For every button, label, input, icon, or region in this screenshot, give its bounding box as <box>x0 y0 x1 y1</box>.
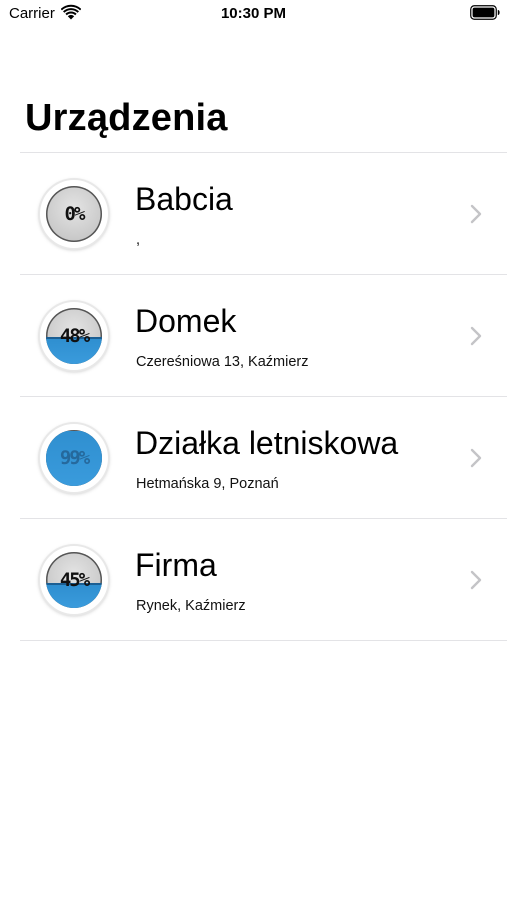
battery-icon <box>470 5 500 20</box>
device-name: Firma <box>135 547 217 583</box>
device-address: Czereśniowa 13, Kaźmierz <box>136 354 309 370</box>
device-name: Domek <box>135 303 237 339</box>
level-gauge: 99% <box>40 424 108 492</box>
gauge-dial: 0% <box>46 186 102 242</box>
chevron-right-icon <box>470 326 482 346</box>
device-row-domek[interactable]: 48% Domek Czereśniowa 13, Kaźmierz <box>20 275 507 397</box>
gauge-dial: 48% <box>46 308 102 364</box>
status-bar: Carrier 10:30 PM <box>0 0 507 28</box>
gauge-dial: 45% <box>46 552 102 608</box>
page-title: Urządzenia <box>25 97 228 139</box>
device-name: Działka letniskowa <box>135 425 399 461</box>
screen: Carrier 10:30 PM Urządzenia 0% Babcia , <box>0 0 507 900</box>
chevron-right-icon <box>470 448 482 468</box>
device-address: Hetmańska 9, Poznań <box>136 476 279 492</box>
chevron-right-icon <box>470 570 482 590</box>
level-gauge: 48% <box>40 302 108 370</box>
device-name: Babcia <box>135 181 233 217</box>
status-time: 10:30 PM <box>220 5 287 22</box>
level-gauge: 0% <box>40 180 108 248</box>
gauge-dial: 99% <box>46 430 102 486</box>
gauge-percent-label: 99% <box>59 447 90 469</box>
device-row-firma[interactable]: 45% Firma Rynek, Kaźmierz <box>20 519 507 641</box>
gauge-percent-label: 45% <box>59 569 90 591</box>
gauge-percent-label: 48% <box>59 325 90 347</box>
device-row-babcia[interactable]: 0% Babcia , <box>20 153 507 275</box>
device-address: Rynek, Kaźmierz <box>136 598 246 614</box>
gauge-percent-label: 0% <box>64 203 86 225</box>
chevron-right-icon <box>470 204 482 224</box>
device-row-dzialka-letniskowa[interactable]: 99% Działka letniskowa Hetmańska 9, Pozn… <box>20 397 507 519</box>
device-list: 0% Babcia , 48% Domek Czereśniowa 13, Ka… <box>20 152 507 641</box>
level-gauge: 45% <box>40 546 108 614</box>
device-address: , <box>136 232 141 248</box>
